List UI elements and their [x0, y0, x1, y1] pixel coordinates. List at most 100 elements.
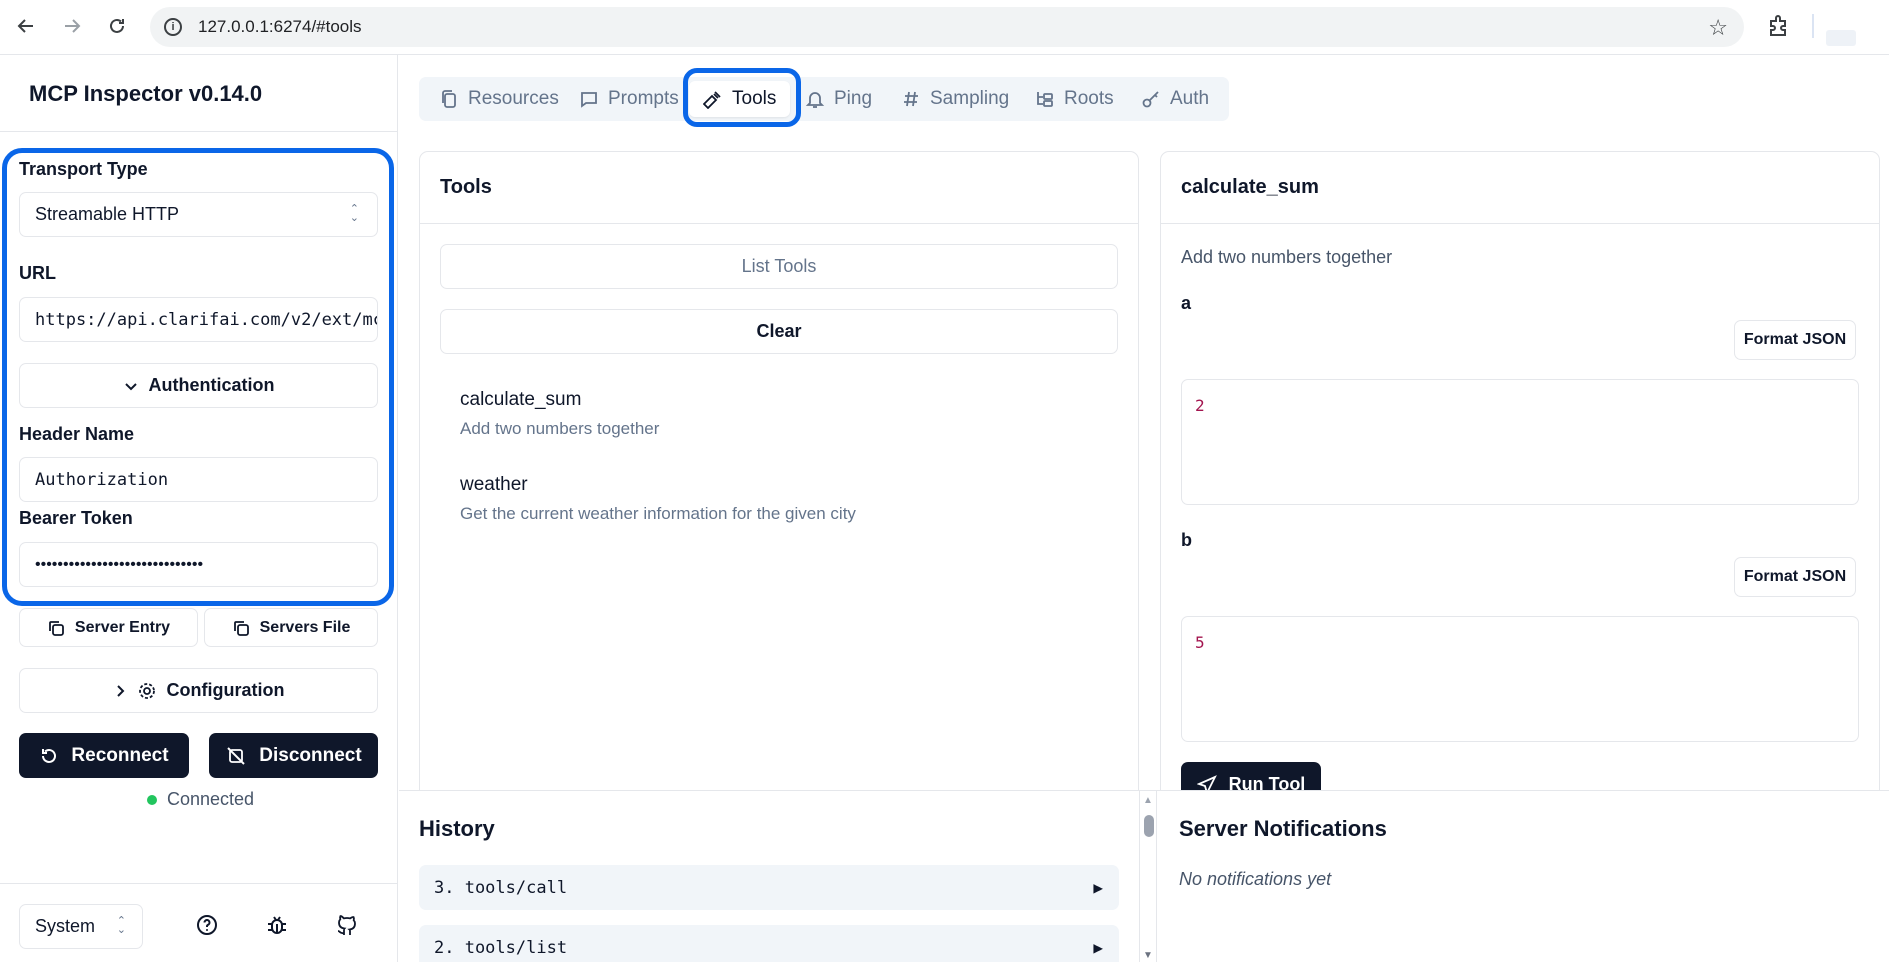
param-a-label: a: [1181, 293, 1192, 313]
table-row[interactable]: 3. tools/call ▶: [419, 865, 1119, 910]
back-icon[interactable]: [12, 12, 40, 40]
scroll-up-icon[interactable]: ▲: [1143, 795, 1153, 806]
bearer-token-input[interactable]: ••••••••••••••••••••••••••••••: [19, 542, 378, 587]
clear-button[interactable]: Clear: [440, 309, 1118, 354]
folder-tree-icon: [1037, 92, 1053, 107]
bell-icon: [805, 92, 825, 108]
chevron-down-icon: [124, 382, 137, 390]
configuration-toggle[interactable]: Configuration: [19, 668, 378, 713]
chevron-right-icon: [116, 684, 124, 697]
browser-toolbar: i 127.0.0.1:6274/#tools ☆: [0, 0, 1889, 55]
disconnect-button[interactable]: Disconnect: [209, 733, 378, 778]
files-icon: [442, 90, 456, 108]
servers-file-button[interactable]: Servers File: [204, 608, 378, 647]
history-entry-label: 3. tools/call: [434, 877, 568, 898]
format-json-button[interactable]: Format JSON: [1734, 320, 1856, 360]
help-icon[interactable]: [195, 913, 221, 939]
clear-label: Clear: [756, 321, 802, 341]
bookmark-star-icon[interactable]: ☆: [1708, 15, 1728, 41]
connection-status: Connected: [147, 789, 254, 810]
tab-ping[interactable]: Ping: [805, 77, 872, 121]
tab-roots-label: Roots: [1064, 88, 1114, 109]
copy-icon: [49, 620, 64, 636]
url-input[interactable]: https://api.clarifai.com/v2/ext/mc: [19, 297, 378, 342]
header-name-label: Header Name: [19, 424, 135, 444]
format-json-button[interactable]: Format JSON: [1734, 557, 1856, 597]
param-b-editor[interactable]: 5: [1181, 616, 1859, 742]
extensions-icon[interactable]: [1765, 12, 1795, 42]
server-entry-label: Server Entry: [74, 618, 171, 636]
tab-tools-label: Tools: [732, 88, 777, 109]
tool-description: Get the current weather information for …: [460, 504, 856, 523]
copy-icon: [233, 620, 249, 636]
profile-button[interactable]: [1826, 30, 1856, 46]
history-entry-label: 2. tools/list: [434, 937, 568, 958]
divider: [420, 223, 1138, 224]
github-icon[interactable]: [335, 913, 361, 939]
tab-auth[interactable]: Auth: [1141, 77, 1209, 121]
tab-tools[interactable]: Tools: [689, 81, 791, 117]
rotate-ccw-icon: [42, 748, 57, 763]
tools-panel: Tools List Tools Clear calculate_sum Add…: [419, 151, 1139, 811]
reconnect-button[interactable]: Reconnect: [19, 733, 189, 778]
expand-triangle-icon[interactable]: ▶: [1093, 938, 1103, 957]
bearer-token-label: Bearer Token: [19, 508, 133, 528]
theme-value: System: [35, 916, 96, 936]
reload-icon[interactable]: [103, 12, 131, 40]
key-icon: [1142, 91, 1159, 108]
authentication-toggle[interactable]: Authentication: [19, 363, 378, 408]
status-text: Connected: [167, 789, 255, 809]
authentication-label: Authentication: [148, 375, 275, 395]
tab-resources[interactable]: Resources: [439, 77, 559, 121]
app-title: MCP Inspector v0.14.0: [29, 81, 263, 106]
address-url[interactable]: 127.0.0.1:6274/#tools: [198, 17, 362, 37]
divider: [0, 131, 398, 132]
theme-select[interactable]: System ⌃ ⌄: [19, 904, 143, 949]
bug-icon[interactable]: [265, 913, 291, 939]
tab-prompts-label: Prompts: [608, 88, 679, 109]
hash-icon: [904, 91, 918, 107]
chevrons-up-down-icon: ⌃ ⌄: [116, 915, 126, 936]
hammer-icon: [703, 91, 721, 109]
tool-description: Add two numbers together: [460, 419, 660, 438]
unplug-icon: [227, 746, 245, 765]
site-info-icon[interactable]: i: [164, 18, 182, 36]
message-square-icon: [581, 92, 597, 108]
list-tools-button[interactable]: List Tools: [440, 244, 1118, 289]
divider: [0, 883, 398, 884]
transport-type-value: Streamable HTTP: [35, 204, 180, 224]
sidebar: MCP Inspector v0.14.0 Transport Type Str…: [0, 55, 398, 962]
tools-panel-title: Tools: [440, 176, 492, 198]
scrollbar[interactable]: ▲ ▼: [1139, 791, 1157, 962]
forward-icon[interactable]: [58, 12, 86, 40]
expand-triangle-icon[interactable]: ▶: [1093, 878, 1103, 897]
tool-name: weather: [460, 474, 528, 495]
gear-icon: [138, 682, 155, 699]
tab-sampling-label: Sampling: [930, 88, 1010, 109]
scrollbar-thumb[interactable]: [1144, 815, 1154, 837]
address-bar[interactable]: i 127.0.0.1:6274/#tools ☆: [150, 7, 1744, 47]
header-name-input[interactable]: Authorization: [19, 457, 378, 502]
tool-detail-title: calculate_sum: [1181, 176, 1319, 198]
notifications-empty: No notifications yet: [1179, 869, 1332, 889]
list-item[interactable]: weather Get the current weather informat…: [460, 474, 856, 524]
table-row[interactable]: 2. tools/list ▶: [419, 925, 1119, 962]
history-title: History: [419, 816, 495, 841]
chevrons-up-down-icon: ⌃ ⌄: [349, 203, 359, 224]
scroll-down-icon[interactable]: ▼: [1143, 950, 1153, 961]
configuration-label: Configuration: [166, 680, 285, 700]
list-item[interactable]: calculate_sum Add two numbers together: [460, 389, 659, 439]
servers-file-label: Servers File: [259, 618, 351, 636]
server-entry-button[interactable]: Server Entry: [19, 608, 198, 647]
tab-sampling[interactable]: Sampling: [901, 77, 1009, 121]
tab-prompts[interactable]: Prompts: [579, 77, 679, 121]
list-tools-label: List Tools: [741, 256, 817, 276]
toolbar-separator: [1812, 14, 1814, 38]
tab-resources-label: Resources: [468, 88, 559, 109]
transport-type-select[interactable]: Streamable HTTP ⌃ ⌄: [19, 192, 378, 237]
param-a-editor[interactable]: 2: [1181, 379, 1859, 505]
main-tabs: Resources Prompts Tools Ping Sampling Ro…: [419, 77, 1229, 121]
tool-detail-panel: calculate_sum Add two numbers together a…: [1160, 151, 1880, 811]
tab-roots[interactable]: Roots: [1035, 77, 1114, 121]
tool-name: calculate_sum: [460, 389, 582, 410]
